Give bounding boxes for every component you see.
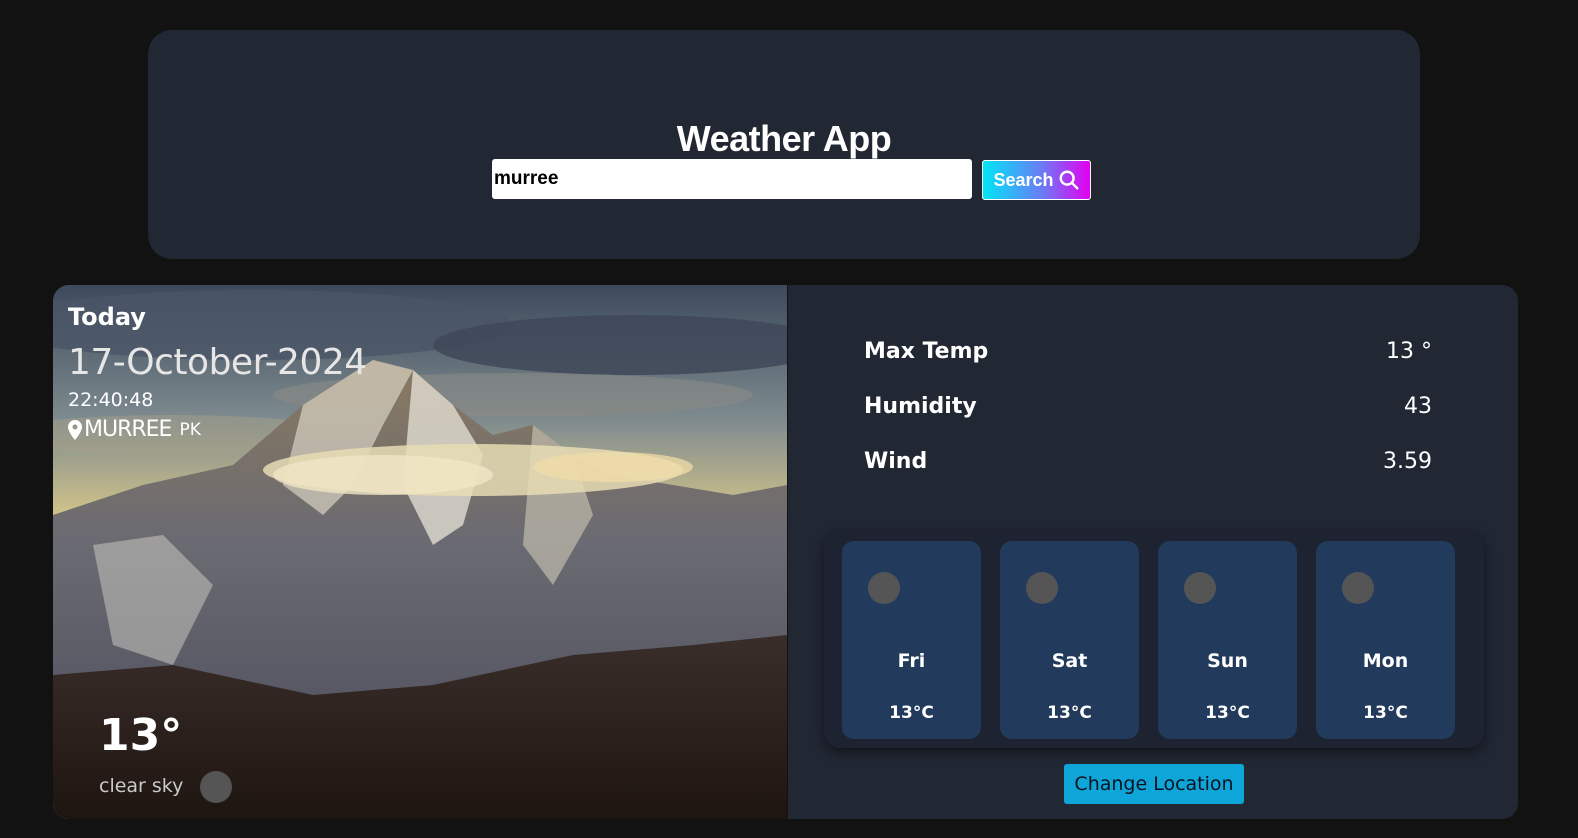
forecast-day-name: Sat — [1051, 650, 1088, 672]
stat-value: 43 — [1404, 394, 1432, 419]
search-icon — [1059, 170, 1078, 190]
details-panel: Max Temp 13 ° Humidity 43 Wind 3.59 Fri … — [788, 285, 1518, 819]
forecast-day-card: Sat 13°C — [1000, 541, 1139, 739]
weather-icon — [868, 572, 900, 604]
forecast-day-temp: 13°C — [1363, 703, 1408, 723]
header-card: Weather App — [148, 30, 1420, 259]
search-input[interactable] — [492, 159, 972, 199]
forecast-day-name: Sun — [1207, 650, 1248, 672]
location: MURREE PK — [68, 417, 201, 442]
forecast-day-temp: 13°C — [1047, 703, 1092, 723]
forecast-day-temp: 13°C — [889, 703, 934, 723]
stat-value: 13 ° — [1386, 339, 1432, 364]
city-name: MURREE — [84, 417, 172, 442]
stat-value: 3.59 — [1383, 449, 1432, 474]
weather-description: clear sky — [99, 775, 184, 797]
weather-hero-panel: Today 17-October-2024 22:40:48 MURREE PK… — [53, 285, 787, 819]
location-pin-icon — [68, 419, 82, 440]
stat-humidity: Humidity 43 — [864, 394, 1432, 419]
search-button-label: Search — [993, 169, 1054, 190]
stat-max-temp: Max Temp 13 ° — [864, 339, 1432, 364]
forecast-day-name: Mon — [1362, 650, 1409, 672]
forecast-day-card: Fri 13°C — [842, 541, 981, 739]
forecast-list: Fri 13°C Sat 13°C Sun 13°C Mon 13°C — [824, 532, 1484, 748]
stat-label: Humidity — [864, 394, 977, 419]
forecast-day-card: Mon 13°C — [1316, 541, 1455, 739]
weather-icon — [1184, 572, 1216, 604]
forecast-day-card: Sun 13°C — [1158, 541, 1297, 739]
forecast-day-name: Fri — [897, 650, 926, 672]
weather-icon — [200, 771, 232, 803]
weather-icon — [1342, 572, 1374, 604]
current-temperature: 13° — [99, 710, 183, 761]
stat-wind: Wind 3.59 — [864, 449, 1432, 474]
weather-icon — [1026, 572, 1058, 604]
current-time: 22:40:48 — [68, 389, 154, 411]
app-title: Weather App — [676, 118, 892, 159]
forecast-day-temp: 13°C — [1205, 703, 1250, 723]
search-button[interactable]: Search — [982, 160, 1091, 200]
stat-label: Wind — [864, 449, 928, 474]
country-code: PK — [179, 419, 201, 440]
change-location-button[interactable]: Change Location — [1064, 764, 1244, 804]
today-label: Today — [68, 303, 146, 331]
current-date: 17-October-2024 — [68, 342, 367, 383]
stat-label: Max Temp — [864, 339, 989, 364]
